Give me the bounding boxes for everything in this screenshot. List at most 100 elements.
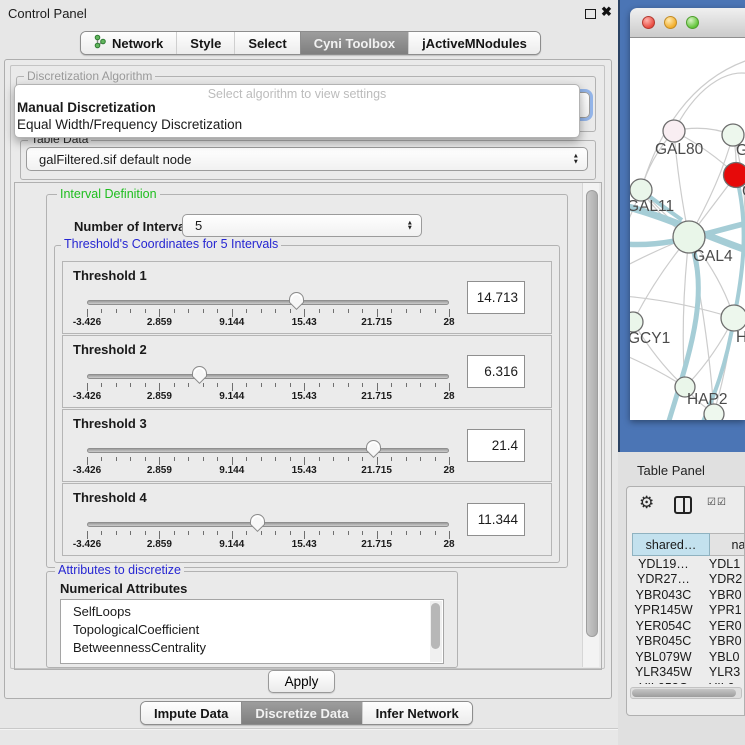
- tab-style[interactable]: Style: [176, 32, 234, 54]
- tick-label: 15.43: [292, 539, 317, 550]
- tab-label: jActiveMNodules: [422, 36, 527, 51]
- tick-label: 9.144: [219, 391, 244, 402]
- tick-mark: [391, 531, 392, 535]
- threshold-slider-track[interactable]: [87, 448, 449, 453]
- table-row[interactable]: YBR045CYBR0: [632, 634, 745, 650]
- combo-arrows-icon: ▲▼: [407, 220, 413, 231]
- threshold-value-input[interactable]: 6.316: [467, 355, 525, 388]
- tick-mark: [391, 309, 392, 313]
- tick-mark: [101, 457, 102, 461]
- network-node[interactable]: [704, 404, 724, 420]
- threshold-slider-track[interactable]: [87, 300, 449, 305]
- list-scrollbar-thumb[interactable]: [431, 603, 440, 649]
- tick-mark: [319, 309, 320, 313]
- algorithm-option[interactable]: Manual Discretization: [17, 100, 156, 115]
- table-row[interactable]: YIL052CYIL0: [632, 680, 745, 684]
- mode-tab-infer-network[interactable]: Infer Network: [362, 702, 472, 724]
- threshold-slider-thumb[interactable]: [191, 365, 208, 390]
- attributes-listbox[interactable]: SelfLoopsTopologicalCoefficientBetweenne…: [60, 599, 444, 664]
- table-row[interactable]: YPR145WYPR1: [632, 603, 745, 619]
- tick-mark: [362, 531, 363, 535]
- cell-shared-name: YBR043C: [632, 588, 695, 602]
- threshold-slider-thumb[interactable]: [249, 513, 266, 538]
- slider-tick-labels: -3.4262.8599.14415.4321.71528: [87, 539, 449, 551]
- table-row[interactable]: YER054CYER0: [632, 618, 745, 634]
- tab-jactivemnodules[interactable]: jActiveMNodules: [408, 32, 540, 54]
- tick-mark: [217, 531, 218, 535]
- slider-tick-labels: -3.4262.8599.14415.4321.71528: [87, 317, 449, 329]
- table-row[interactable]: YDL19…YDL1: [632, 556, 745, 572]
- threshold-slider-thumb[interactable]: [365, 439, 382, 464]
- tick-mark: [203, 457, 204, 461]
- tab-cyni-toolbox[interactable]: Cyni Toolbox: [300, 32, 408, 54]
- close-traffic-light-icon[interactable]: [642, 16, 655, 29]
- tick-mark: [449, 309, 450, 317]
- zoom-traffic-light-icon[interactable]: [686, 16, 699, 29]
- tick-mark: [116, 309, 117, 313]
- apply-button[interactable]: Apply: [268, 670, 335, 693]
- tick-mark: [217, 309, 218, 313]
- tick-label: 21.715: [361, 465, 392, 476]
- column-header-name[interactable]: na: [710, 533, 745, 556]
- column-header-shared-name[interactable]: shared…: [632, 533, 710, 556]
- float-window-icon[interactable]: [585, 9, 596, 19]
- threshold-slider-track[interactable]: [87, 522, 449, 527]
- tick-mark: [290, 383, 291, 387]
- algorithm-option[interactable]: Equal Width/Frequency Discretization: [17, 117, 242, 132]
- minimize-traffic-light-icon[interactable]: [664, 16, 677, 29]
- network-window-titlebar[interactable]: [630, 8, 745, 38]
- network-edge: [674, 73, 745, 131]
- attribute-list-item[interactable]: SelfLoops: [61, 603, 443, 621]
- network-node[interactable]: [630, 312, 643, 332]
- combo-arrows-icon: ▲▼: [573, 154, 579, 165]
- checkboxes-icon[interactable]: ☑☑: [707, 497, 727, 508]
- tick-mark: [348, 531, 349, 535]
- tick-label: 21.715: [361, 539, 392, 550]
- network-node[interactable]: [663, 120, 685, 142]
- tick-mark: [188, 531, 189, 535]
- tick-mark: [261, 457, 262, 461]
- threshold-value-input[interactable]: 11.344: [467, 503, 525, 536]
- horizontal-scrollbar[interactable]: [630, 687, 742, 699]
- threshold-slider-track[interactable]: [87, 374, 449, 379]
- threshold-row: Threshold 1-3.4262.8599.14415.4321.71528…: [62, 261, 552, 334]
- threshold-value-input[interactable]: 21.4: [467, 429, 525, 462]
- num-intervals-combobox[interactable]: 5 ▲▼: [182, 214, 422, 237]
- tick-mark: [348, 457, 349, 461]
- mode-tab-label: Infer Network: [376, 706, 459, 721]
- network-node[interactable]: [721, 305, 745, 331]
- tick-mark: [217, 457, 218, 461]
- tab-select[interactable]: Select: [234, 32, 299, 54]
- mode-tab-discretize-data[interactable]: Discretize Data: [241, 702, 361, 724]
- network-canvas[interactable]: GAL80GACGAL11GAL4GCY1HHAP2: [630, 38, 745, 420]
- cell-name: YBL0: [695, 650, 745, 664]
- cell-shared-name: YPR145W: [632, 603, 695, 617]
- table-row[interactable]: YDR27…YDR2: [632, 572, 745, 588]
- cell-name: YIL0: [695, 681, 745, 684]
- threshold-slider-thumb[interactable]: [288, 291, 305, 316]
- table-row[interactable]: YBR043CYBR0: [632, 587, 745, 603]
- tick-mark: [246, 457, 247, 461]
- numerical-attributes-label: Numerical Attributes: [60, 581, 187, 596]
- attribute-list-item[interactable]: TopologicalCoefficient: [61, 621, 443, 639]
- list-scrollbar[interactable]: [430, 601, 442, 662]
- threshold-value-input[interactable]: 14.713: [467, 281, 525, 314]
- split-columns-icon[interactable]: [674, 496, 692, 514]
- mode-tab-impute-data[interactable]: Impute Data: [141, 702, 241, 724]
- close-icon[interactable]: ✖: [601, 4, 612, 20]
- attribute-list-item[interactable]: BetweennessCentrality: [61, 639, 443, 657]
- table-row[interactable]: YBL079WYBL0: [632, 649, 745, 665]
- tick-mark: [449, 457, 450, 465]
- tick-mark: [246, 309, 247, 313]
- vertical-scrollbar[interactable]: [582, 183, 599, 667]
- table-row[interactable]: YLR345WYLR3: [632, 665, 745, 681]
- network-node-label: GAL80: [655, 141, 704, 158]
- interval-definition-title: Interval Definition: [57, 188, 160, 201]
- cytopanel-tabs: NetworkStyleSelectCyni Toolbox jActiveMNo…: [80, 31, 541, 55]
- gear-icon[interactable]: ⚙: [639, 493, 654, 513]
- tick-mark: [87, 309, 88, 317]
- horizontal-scrollbar-thumb[interactable]: [632, 689, 736, 697]
- vertical-scrollbar-thumb[interactable]: [586, 190, 598, 637]
- table-data-combobox[interactable]: galFiltered.sif default node ▲▼: [26, 147, 588, 171]
- tab-network[interactable]: Network: [81, 32, 176, 54]
